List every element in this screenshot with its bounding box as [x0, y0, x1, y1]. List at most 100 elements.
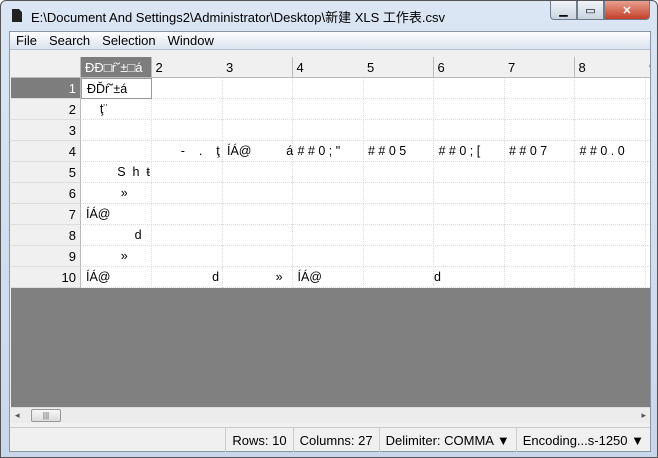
grid-cell[interactable]: [363, 120, 434, 141]
maximize-button[interactable]: ▭: [577, 1, 604, 20]
column-header[interactable]: 7: [504, 57, 575, 78]
grid-cell[interactable]: [645, 141, 650, 162]
grid-cell[interactable]: [293, 225, 364, 246]
row-header[interactable]: 2: [11, 99, 81, 120]
grid-cell[interactable]: [222, 246, 293, 267]
menu-window[interactable]: Window: [162, 32, 220, 49]
column-header[interactable]: 4: [292, 57, 364, 78]
grid-cell[interactable]: [363, 246, 434, 267]
scrollbar-thumb[interactable]: |||: [31, 409, 61, 422]
scroll-left-icon[interactable]: ◂: [15, 410, 20, 421]
row-header[interactable]: 4: [11, 141, 81, 162]
delimiter-dropdown[interactable]: Delimiter: COMMA ▼: [378, 428, 516, 452]
grid-cell[interactable]: d: [152, 267, 223, 288]
grid-cell[interactable]: [152, 204, 223, 225]
grid-cell[interactable]: [222, 99, 293, 120]
menu-selection[interactable]: Selection: [96, 32, 161, 49]
grid-cell[interactable]: [504, 204, 575, 225]
grid-cell[interactable]: [645, 183, 650, 204]
grid-cell[interactable]: - . ţ: [152, 141, 223, 162]
grid-cell[interactable]: [645, 120, 650, 141]
minimize-button[interactable]: ▁: [550, 1, 577, 20]
grid-cell[interactable]: # # 0 ; ": [293, 141, 364, 162]
grid-cell[interactable]: [222, 120, 293, 141]
grid-cell[interactable]: »: [81, 246, 152, 267]
column-header[interactable]: 5: [363, 57, 434, 78]
grid-cell[interactable]: S h ŧ: [81, 162, 152, 183]
grid-cell[interactable]: [575, 120, 646, 141]
grid-cell[interactable]: ÍÁ@: [81, 204, 152, 225]
column-header[interactable]: 9: [645, 57, 650, 78]
column-header[interactable]: 6: [433, 57, 505, 78]
grid-cell[interactable]: [363, 183, 434, 204]
grid-cell[interactable]: [363, 162, 434, 183]
grid-cell[interactable]: [363, 225, 434, 246]
grid-cell[interactable]: ÍÁ@ á: [222, 141, 293, 162]
grid-cell[interactable]: [645, 78, 650, 99]
grid-cell[interactable]: [504, 267, 575, 288]
grid-cell[interactable]: [434, 225, 505, 246]
grid-cell[interactable]: ÍÁ@: [81, 267, 152, 288]
grid-cell[interactable]: [575, 267, 646, 288]
grid-cell[interactable]: [293, 120, 364, 141]
row-header[interactable]: 5: [11, 162, 81, 183]
grid-cell[interactable]: [575, 225, 646, 246]
grid-cell[interactable]: [645, 225, 650, 246]
menu-search[interactable]: Search: [43, 32, 96, 49]
grid-cell[interactable]: [222, 225, 293, 246]
grid-cell[interactable]: »: [81, 183, 152, 204]
grid-cell[interactable]: [504, 99, 575, 120]
grid-cell[interactable]: [293, 78, 364, 99]
grid-cell[interactable]: [293, 246, 364, 267]
grid-cell[interactable]: [363, 78, 434, 99]
grid-cell[interactable]: [434, 246, 505, 267]
grid-cell[interactable]: [575, 246, 646, 267]
grid-cell[interactable]: ţ¨: [81, 99, 152, 120]
grid-cell[interactable]: [575, 162, 646, 183]
grid-cell[interactable]: # # 0 5: [363, 141, 434, 162]
scroll-right-icon[interactable]: ▸: [641, 410, 646, 421]
grid-cell[interactable]: [434, 267, 505, 288]
spreadsheet-grid[interactable]: ÐÐ□ŕ˘±□á234567891ÐĎŕ˘±á2 ţ¨34 - . ţÍÁ@ á…: [11, 57, 650, 407]
grid-cell[interactable]: [434, 99, 505, 120]
grid-cell[interactable]: [152, 120, 223, 141]
grid-cell[interactable]: d: [363, 267, 441, 288]
grid-cell[interactable]: [575, 183, 646, 204]
grid-cell[interactable]: ÐĎŕ˘±á: [81, 78, 152, 99]
grid-cell[interactable]: [645, 162, 650, 183]
grid-cell[interactable]: [152, 183, 223, 204]
grid-cell[interactable]: [645, 267, 650, 288]
grid-cell[interactable]: [152, 162, 223, 183]
grid-cell[interactable]: [504, 162, 575, 183]
grid-cell[interactable]: # # 0 ; [: [434, 141, 505, 162]
row-header[interactable]: 6: [11, 183, 81, 204]
grid-cell[interactable]: [293, 162, 364, 183]
row-header[interactable]: 10: [11, 267, 81, 288]
row-header[interactable]: 7: [11, 204, 81, 225]
row-header[interactable]: 3: [11, 120, 81, 141]
grid-cell[interactable]: [222, 162, 293, 183]
grid-cell[interactable]: [434, 120, 505, 141]
grid-cell[interactable]: [434, 204, 505, 225]
grid-cell[interactable]: [575, 78, 646, 99]
encoding-dropdown[interactable]: Encoding...s-1250 ▼: [515, 428, 650, 452]
grid-cell[interactable]: [575, 204, 646, 225]
grid-cell[interactable]: [222, 204, 293, 225]
grid-cell[interactable]: # # 0 . 0: [575, 141, 646, 162]
column-header[interactable]: 3: [222, 57, 293, 78]
grid-cell[interactable]: [645, 204, 650, 225]
horizontal-scrollbar[interactable]: ◂ ||| ▸: [11, 407, 650, 423]
row-header[interactable]: 9: [11, 246, 81, 267]
row-header[interactable]: 1: [11, 78, 81, 99]
grid-cell[interactable]: [293, 183, 364, 204]
grid-cell[interactable]: [152, 225, 223, 246]
grid-cell[interactable]: [363, 99, 434, 120]
grid-cell[interactable]: d: [81, 225, 152, 246]
grid-cell[interactable]: [81, 141, 152, 162]
grid-cell[interactable]: [504, 120, 575, 141]
grid-cell[interactable]: [434, 162, 505, 183]
grid-cell[interactable]: [152, 246, 223, 267]
grid-cell[interactable]: [504, 183, 575, 204]
row-header[interactable]: 8: [11, 225, 81, 246]
grid-cell[interactable]: [293, 99, 364, 120]
